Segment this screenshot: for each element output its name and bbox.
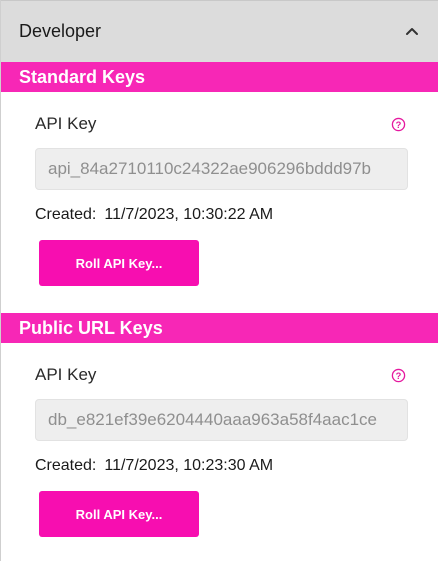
developer-panel: Developer Standard Keys API Key ? Create… (0, 0, 438, 561)
developer-section-header[interactable]: Developer (1, 0, 438, 62)
standard-keys-title: Standard Keys (19, 67, 146, 87)
standard-api-key-label: API Key (35, 114, 97, 133)
standard-created-info: Created: 11/7/2023, 10:30:22 AM (35, 206, 273, 224)
standard-api-key-field[interactable] (35, 148, 408, 190)
created-label: Created: (35, 206, 97, 223)
chevron-up-icon[interactable] (404, 23, 420, 39)
public-api-key-label: API Key (35, 365, 97, 384)
created-timestamp: 11/7/2023, 10:23:30 AM (104, 457, 274, 474)
roll-public-api-key-button[interactable]: Roll API Key... (39, 491, 199, 537)
public-created-info: Created: 11/7/2023, 10:23:30 AM (35, 457, 273, 475)
svg-text:?: ? (396, 371, 402, 381)
developer-title: Developer (19, 21, 102, 41)
question-circle-icon[interactable]: ? (391, 368, 406, 383)
standard-keys-header: Standard Keys (1, 62, 438, 92)
public-api-key-field[interactable] (35, 399, 408, 441)
created-label: Created: (35, 457, 97, 474)
public-url-keys-header: Public URL Keys (1, 313, 438, 343)
public-url-keys-title: Public URL Keys (19, 318, 163, 338)
question-circle-icon[interactable]: ? (391, 117, 406, 132)
created-timestamp: 11/7/2023, 10:30:22 AM (104, 206, 274, 223)
roll-standard-api-key-button[interactable]: Roll API Key... (39, 240, 199, 286)
svg-text:?: ? (396, 120, 402, 130)
